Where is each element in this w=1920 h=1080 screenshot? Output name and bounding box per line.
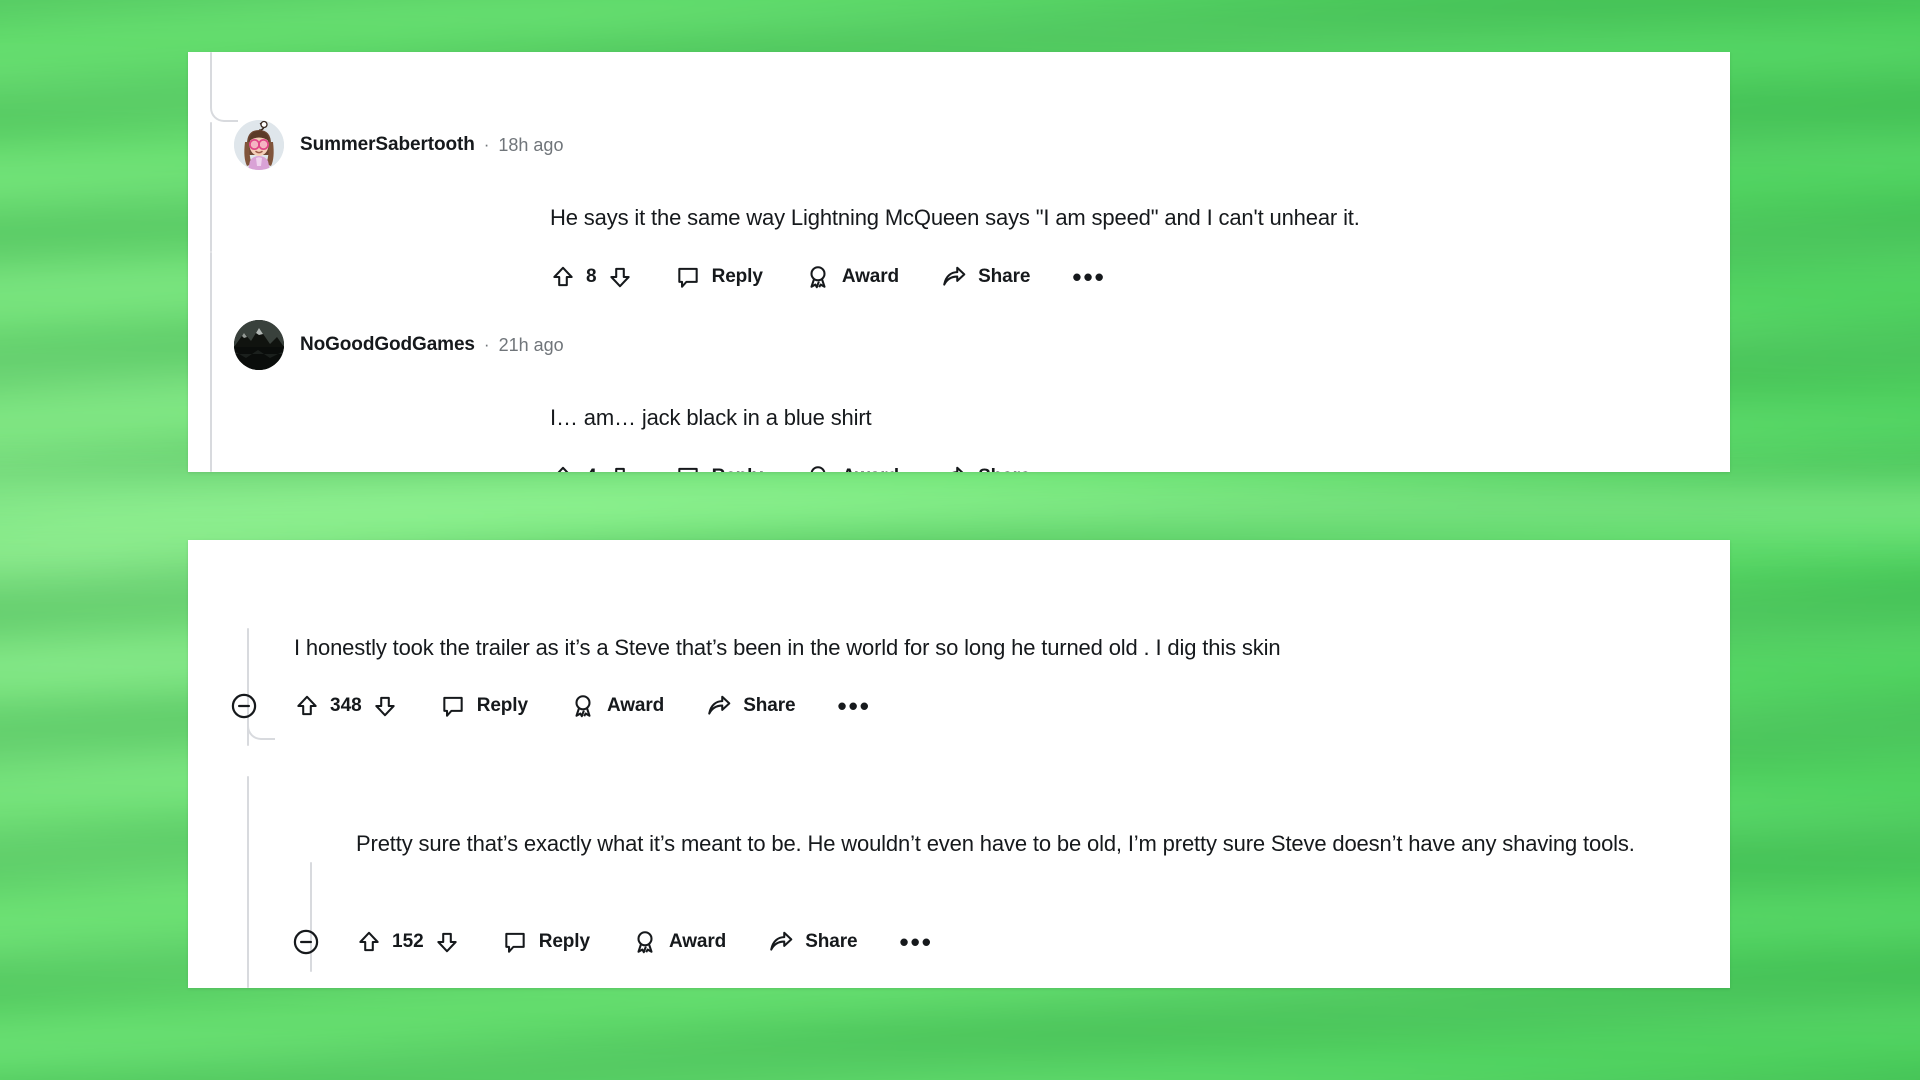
reply-button[interactable]: Reply	[502, 929, 590, 955]
award-label: Award	[668, 931, 727, 952]
comment-timestamp: 21h ago	[498, 334, 564, 355]
upvote-arrow-icon[interactable]	[294, 693, 320, 719]
comment-body: I… am… jack black in a blue shirt	[550, 405, 872, 430]
upvote-arrow-icon[interactable]	[550, 464, 576, 472]
comment-username[interactable]: SummerSabertooth	[300, 134, 475, 156]
upvote-arrow-icon[interactable]	[356, 929, 382, 955]
award-button[interactable]: Award	[570, 693, 664, 719]
comment-header: SummerSabertooth · 18h ago	[234, 120, 563, 170]
more-dots-icon[interactable]: •••	[900, 929, 933, 955]
comment-body: I honestly took the trailer as it’s a St…	[294, 635, 1281, 660]
downvote-arrow-icon[interactable]	[607, 264, 633, 290]
share-label: Share	[805, 931, 858, 952]
share-button[interactable]: Share	[706, 693, 796, 719]
share-button[interactable]: Share	[941, 464, 1030, 472]
comment-body: He says it the same way Lightning McQuee…	[550, 205, 1360, 230]
comment-body: Pretty sure that’s exactly what it’s mea…	[356, 831, 1635, 856]
vote-count: 8	[586, 266, 597, 287]
thread-line[interactable]	[210, 122, 212, 252]
share-label: Share	[978, 466, 1030, 472]
separator-dot: ·	[483, 335, 490, 354]
award-label: Award	[841, 266, 900, 287]
share-button[interactable]: Share	[768, 929, 858, 955]
share-button[interactable]: Share	[941, 264, 1030, 290]
comment-header: NoGoodGodGames · 21h ago	[234, 320, 564, 370]
comment-actionbar: 152 Reply Award Share •••	[292, 928, 933, 956]
vote-count: 152	[392, 931, 424, 952]
reply-label: Reply	[538, 931, 590, 952]
more-dots-icon[interactable]: •••	[1072, 464, 1105, 472]
more-dots-icon[interactable]: •••	[1072, 264, 1105, 290]
award-label: Award	[842, 466, 899, 472]
award-button[interactable]: Award	[632, 929, 726, 955]
comment-card-top: SummerSabertooth · 18h ago He says it th…	[188, 52, 1730, 472]
girl-glasses-avatar-icon[interactable]	[234, 120, 284, 170]
mountain-landscape-avatar-icon[interactable]	[234, 320, 284, 370]
vote-count: 348	[330, 695, 362, 716]
share-label: Share	[743, 695, 796, 716]
thread-curve	[210, 88, 238, 122]
reply-button[interactable]: Reply	[440, 693, 528, 719]
award-button[interactable]: Award	[805, 264, 899, 290]
downvote-arrow-icon[interactable]	[607, 464, 633, 472]
reply-label: Reply	[476, 695, 528, 716]
reply-label: Reply	[712, 466, 763, 472]
background-highlight-band	[0, 470, 1920, 540]
upvote-arrow-icon[interactable]	[550, 264, 576, 290]
comment-actionbar: 8 Reply Award Share •••	[550, 264, 1106, 290]
comment-timestamp: 18h ago	[498, 134, 564, 155]
reply-button[interactable]: Reply	[675, 464, 763, 472]
collapse-minus-icon[interactable]	[292, 928, 320, 956]
share-label: Share	[978, 266, 1031, 287]
screenshot-stage: SummerSabertooth · 18h ago He says it th…	[0, 0, 1920, 1080]
comment-card-bottom: Arunawayturtle · 1d ago I honestly took …	[188, 540, 1730, 988]
vote-count: 4	[576, 466, 607, 472]
thread-line[interactable]	[210, 252, 212, 472]
downvote-arrow-icon[interactable]	[372, 693, 398, 719]
reply-label: Reply	[711, 266, 763, 287]
comment-username[interactable]: NoGoodGodGames	[300, 334, 475, 356]
reply-button[interactable]: Reply	[675, 264, 763, 290]
collapse-minus-icon[interactable]	[230, 692, 258, 720]
comment-actionbar: 4 Reply	[550, 464, 1106, 472]
thread-line[interactable]	[247, 776, 249, 988]
comment-actionbar: 348 Reply Award Share •••	[230, 692, 871, 720]
downvote-arrow-icon[interactable]	[434, 929, 460, 955]
award-button[interactable]: Award	[805, 464, 899, 472]
separator-dot: ·	[483, 135, 490, 154]
more-dots-icon[interactable]: •••	[838, 693, 871, 719]
award-label: Award	[606, 695, 665, 716]
